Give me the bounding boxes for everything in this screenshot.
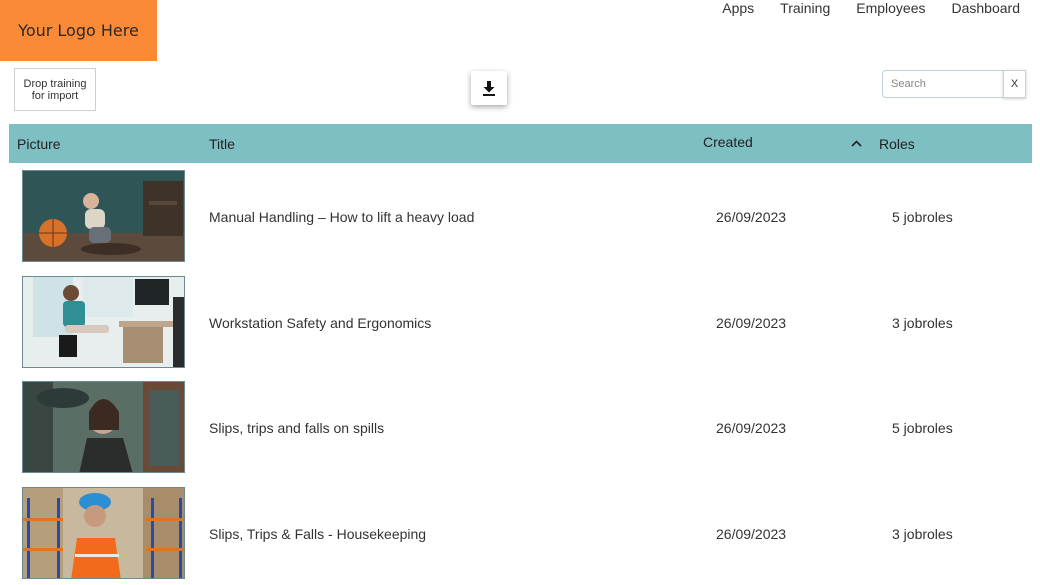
drop-training-label: Drop training for import [24, 78, 87, 102]
training-thumbnail [22, 276, 185, 368]
drop-label-line2: for import [31, 89, 79, 102]
child-with-basketball-image [23, 171, 184, 261]
table-row[interactable]: Slips, Trips & Falls - Housekeeping 26/0… [9, 487, 1032, 585]
nav-item-training[interactable]: Training [780, 0, 830, 17]
sort-toggle[interactable] [849, 124, 863, 163]
drop-label-line1: Drop training [23, 77, 87, 90]
training-thumbnail [22, 381, 185, 473]
nav-item-dashboard[interactable]: Dashboard [952, 0, 1021, 17]
created-date: 26/09/2023 [716, 209, 787, 225]
table-row[interactable]: Workstation Safety and Ergonomics 26/09/… [9, 276, 1032, 376]
logo-text: Your Logo Here [18, 21, 139, 40]
download-button[interactable] [471, 71, 507, 105]
created-date: 26/09/2023 [716, 526, 787, 542]
roles-count: 5 jobroles [892, 420, 953, 436]
worker-in-warehouse-image [23, 488, 184, 578]
training-thumbnail [22, 487, 185, 579]
search-input[interactable] [882, 70, 1003, 98]
roles-count: 5 jobroles [892, 209, 953, 225]
table-row[interactable]: Slips, trips and falls on spills 26/09/2… [9, 381, 1032, 481]
top-nav: Apps Training Employees Dashboard [722, 0, 1020, 17]
created-date: 26/09/2023 [716, 420, 787, 436]
training-title: Slips, Trips & Falls - Housekeeping [209, 526, 427, 542]
woman-in-rain-image [23, 382, 184, 472]
created-date: 26/09/2023 [716, 315, 787, 331]
table-row[interactable]: Manual Handling – How to lift a heavy lo… [9, 170, 1032, 270]
clear-label: X [1010, 78, 1019, 90]
logo[interactable]: Your Logo Here [0, 0, 157, 61]
training-title: Slips, trips and falls on spills [209, 420, 385, 436]
search-clear-button[interactable]: X [1003, 70, 1026, 98]
training-title: Manual Handling – How to lift a heavy lo… [209, 209, 475, 225]
woman-at-desk-image [23, 277, 184, 367]
training-thumbnail [22, 170, 185, 262]
column-header-title[interactable]: Title [209, 124, 235, 163]
drop-training-import-button[interactable]: Drop training for import [14, 68, 96, 111]
search-box: X [882, 70, 1026, 98]
column-header-created[interactable]: Created [703, 122, 753, 161]
nav-item-employees[interactable]: Employees [856, 0, 925, 17]
table-header: Picture Title Created Roles [9, 124, 1032, 163]
column-header-roles[interactable]: Roles [879, 124, 915, 163]
roles-count: 3 jobroles [892, 526, 953, 542]
column-header-picture[interactable]: Picture [17, 124, 61, 163]
training-title: Workstation Safety and Ergonomics [209, 315, 432, 331]
download-icon [483, 81, 495, 96]
roles-count: 3 jobroles [892, 315, 953, 331]
nav-item-apps[interactable]: Apps [722, 0, 754, 17]
chevron-up-icon [850, 140, 862, 147]
